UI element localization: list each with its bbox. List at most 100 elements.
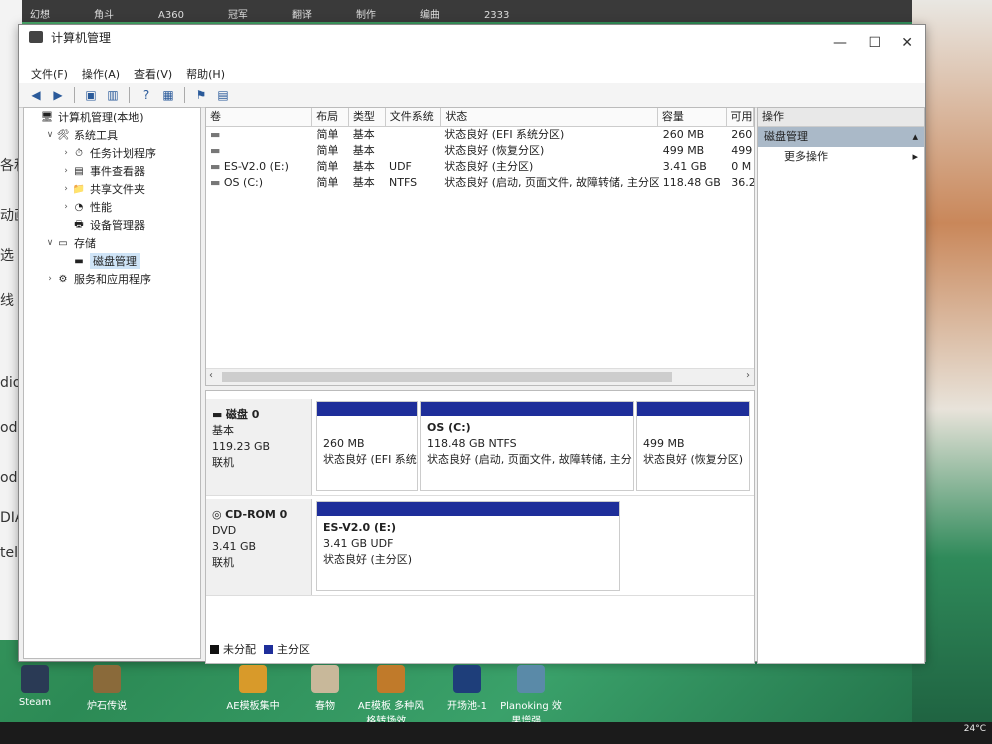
table-row[interactable]: ▬ 简单 基本 状态良好 (EFI 系统分区) 260 MB 260 — [206, 127, 754, 143]
tree-item[interactable]: › ⏱ 任务计划程序 — [24, 144, 200, 162]
chevron-right-icon[interactable]: › — [44, 274, 56, 284]
partition-recovery[interactable]: 499 MB 状态良好 (恢复分区) — [636, 401, 750, 491]
menu-action[interactable]: 操作(A) — [82, 66, 120, 82]
actions-pane: 操作 磁盘管理 ▴ 更多操作 ▸ — [757, 107, 925, 664]
menu-help[interactable]: 帮助(H) — [186, 66, 225, 82]
disk-management-icon: ▬ — [74, 255, 84, 267]
desktop-shortcut[interactable]: AE模板集中 — [218, 665, 288, 712]
tree-item-label: 磁盘管理 — [90, 253, 140, 269]
horizontal-scrollbar[interactable]: ‹ › — [206, 368, 754, 385]
chevron-right-icon[interactable]: › — [60, 166, 72, 176]
desktop-shortcut[interactable]: Planoking 效果增强... — [496, 665, 566, 727]
desktop-top-item[interactable]: 制作 — [356, 6, 376, 21]
desktop-shortcut[interactable]: 炉石传说 — [72, 665, 142, 712]
desktop-top-item[interactable]: 翻译 — [292, 6, 312, 21]
collapse-up-icon[interactable]: ▴ — [912, 127, 918, 147]
desktop-shortcut[interactable]: 春物 — [290, 665, 360, 712]
table-row[interactable]: ▬ 简单 基本 状态良好 (恢复分区) 499 MB 499 — [206, 143, 754, 159]
chevron-right-icon[interactable]: › — [60, 202, 72, 212]
disk-row: ▬ 磁盘 0 基本 119.23 GB 联机 260 MB 状态良好 (EFI … — [206, 399, 754, 496]
desktop-top-item[interactable]: 编曲 — [420, 6, 440, 21]
settings-list-icon[interactable]: ▤ — [214, 87, 232, 103]
column-header[interactable]: 可用 — [727, 108, 754, 126]
toolbar-divider — [184, 87, 185, 103]
rescan-icon[interactable]: ⚑ — [192, 87, 210, 103]
table-cell: 3.41 GB — [662, 160, 707, 173]
taskbar: 24°C — [0, 722, 992, 744]
show-hide-tree-icon[interactable]: ▥ — [104, 87, 122, 103]
column-header[interactable]: 布局 — [312, 108, 349, 126]
table-row[interactable]: ▬ ES-V2.0 (E:) 简单 基本 UDF 状态良好 (主分区) 3.41 GB 0 … — [206, 159, 754, 175]
chevron-right-icon[interactable]: › — [60, 184, 72, 194]
volume-name: OS (C:) — [223, 176, 263, 189]
table-cell: UDF — [389, 160, 412, 173]
scroll-left-icon[interactable]: ‹ — [209, 370, 213, 381]
partition-es-v2-e[interactable]: ES-V2.0 (E:) 3.41 GB UDF 状态良好 (主分区) — [316, 501, 620, 591]
table-cell: ▬ — [206, 143, 312, 159]
actions-section-disk-management[interactable]: 磁盘管理 ▴ — [758, 127, 924, 147]
back-arrow-icon[interactable]: ◀ — [27, 87, 45, 103]
tree-item[interactable]: › ◔ 性能 — [24, 198, 200, 216]
desktop-top-item[interactable]: A360 — [158, 10, 184, 21]
tree-item[interactable]: › ▤ 事件查看器 — [24, 162, 200, 180]
column-header[interactable]: 容量 — [658, 108, 727, 126]
up-folder-icon[interactable]: ▣ — [82, 87, 100, 103]
tree-item[interactable]: 🖶 设备管理器 — [24, 216, 200, 234]
more-actions-label: 更多操作 — [784, 150, 828, 163]
disk-label[interactable]: ◎ CD-ROM 0 DVD 3.41 GB 联机 — [206, 499, 312, 595]
table-cell: 499 MB — [662, 144, 705, 157]
tree-item[interactable]: ∨ ▭ 存储 — [24, 234, 200, 252]
disk-type: DVD — [212, 524, 237, 537]
tools-icon: 🛠 — [56, 129, 70, 141]
scroll-right-icon[interactable]: › — [746, 370, 750, 381]
expand-down-icon[interactable]: ∨ — [44, 238, 56, 248]
shortcut-label: 春物 — [315, 701, 335, 712]
partition-name: OS (C:) — [427, 421, 471, 434]
partition-size: 260 MB — [323, 437, 365, 450]
minimize-button[interactable]: — — [833, 35, 847, 51]
menu-file[interactable]: 文件(F) — [31, 66, 68, 82]
tree-item[interactable]: 🖥 计算机管理(本地) — [24, 108, 200, 126]
maximize-button[interactable]: ☐ — [868, 35, 881, 51]
column-header[interactable]: 卷 — [206, 108, 313, 126]
desktop-icons: Steam 炉石传说 AE模板集中 春物 AE模板 多种风格转场效... 开场池-1 Pla… — [0, 665, 992, 727]
tree-item[interactable]: ∨ 🛠 系统工具 — [24, 126, 200, 144]
more-actions-item[interactable]: 更多操作 ▸ — [758, 147, 924, 167]
table-cell — [385, 127, 440, 143]
tree-item[interactable]: › ⚙ 服务和应用程序 — [24, 270, 200, 288]
table-row[interactable]: ▬ OS (C:) 简单 基本 NTFS 状态良好 (启动, 页面文件, 故障转储, 主… — [206, 175, 754, 191]
menu-view[interactable]: 查看(V) — [134, 66, 172, 82]
scrollbar-thumb[interactable] — [222, 372, 672, 382]
close-button[interactable]: ✕ — [901, 35, 913, 51]
column-header[interactable]: 文件系统 — [386, 108, 442, 126]
volume-icon: ▬ — [210, 176, 224, 189]
column-header[interactable]: 状态 — [441, 108, 658, 126]
partition-status: 状态良好 (启动, 页面文件, 故障转储, 主分 — [427, 453, 632, 466]
tree-item[interactable]: › 📁 共享文件夹 — [24, 180, 200, 198]
desktop-shortcut[interactable]: AE模板 多种风格转场效... — [356, 665, 426, 727]
tree-item[interactable]: ▬ 磁盘管理 — [24, 252, 200, 270]
help-icon[interactable]: ? — [137, 87, 155, 103]
toolbar-divider — [129, 87, 130, 103]
properties-icon[interactable]: ▦ — [159, 87, 177, 103]
disk-size: 119.23 GB — [212, 440, 271, 453]
shortcut-label: 开场池-1 — [447, 701, 487, 712]
primary-swatch — [264, 644, 273, 654]
desktop-top-item[interactable]: 角斗 — [94, 6, 114, 21]
title-bar[interactable]: 计算机管理 — ☐ ✕ — [19, 25, 925, 65]
chevron-right-icon[interactable]: › — [60, 148, 72, 158]
forward-arrow-icon[interactable]: ▶ — [49, 87, 67, 103]
disk-label[interactable]: ▬ 磁盘 0 基本 119.23 GB 联机 — [206, 399, 312, 495]
desktop-top-item[interactable]: 幻想 — [30, 6, 50, 21]
desktop-top-item[interactable]: 冠军 — [228, 6, 248, 21]
expand-down-icon[interactable]: ∨ — [44, 130, 56, 140]
partition-os-c[interactable]: OS (C:) 118.48 GB NTFS 状态良好 (启动, 页面文件, 故… — [420, 401, 634, 491]
partition-efi[interactable]: 260 MB 状态良好 (EFI 系统 — [316, 401, 418, 491]
shortcut-label: Steam — [18, 697, 52, 708]
desktop-top-item[interactable]: 2333 — [484, 10, 509, 21]
desktop-shortcut[interactable]: 开场池-1 — [432, 665, 502, 712]
shortcut-icon — [93, 665, 121, 693]
desktop-shortcut[interactable]: Steam — [0, 665, 70, 708]
column-header[interactable]: 类型 — [349, 108, 386, 126]
primary-partition-bar — [421, 402, 633, 416]
